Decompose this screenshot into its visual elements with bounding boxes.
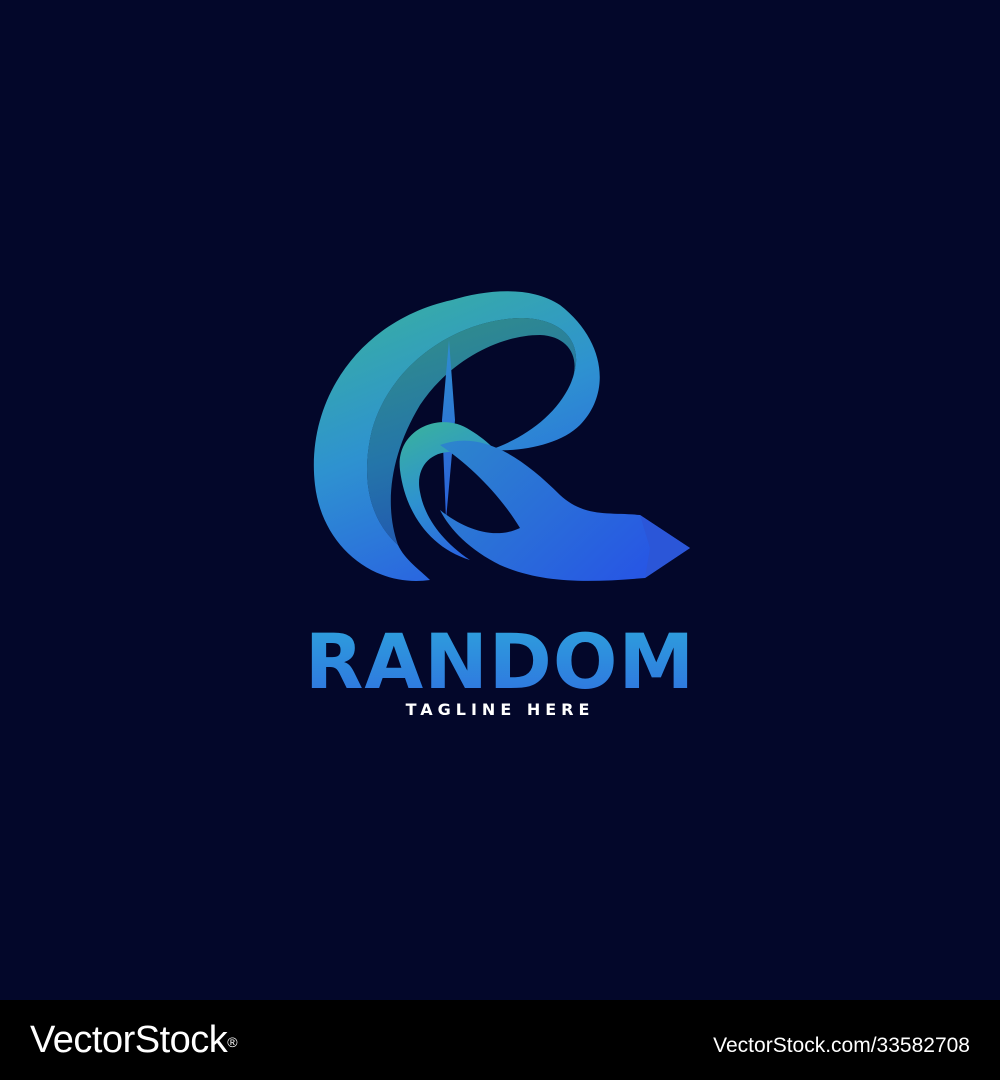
logo-canvas: RANDOM TAGLINE HERE: [0, 0, 1000, 1000]
watermark-brand-name: VectorStock: [30, 1019, 228, 1061]
watermark-bar: VectorStock® VectorStock.com/33582708: [0, 1000, 1000, 1080]
registered-mark: ®: [227, 1034, 238, 1050]
watermark-image-id: VectorStock.com/33582708: [713, 1034, 970, 1057]
watermark-brand: VectorStock®: [30, 1018, 238, 1062]
r-ribbon-logo-icon: [313, 291, 690, 581]
brand-tagline: TAGLINE HERE: [405, 700, 595, 719]
brand-wordmark: RANDOM: [0, 622, 1000, 702]
